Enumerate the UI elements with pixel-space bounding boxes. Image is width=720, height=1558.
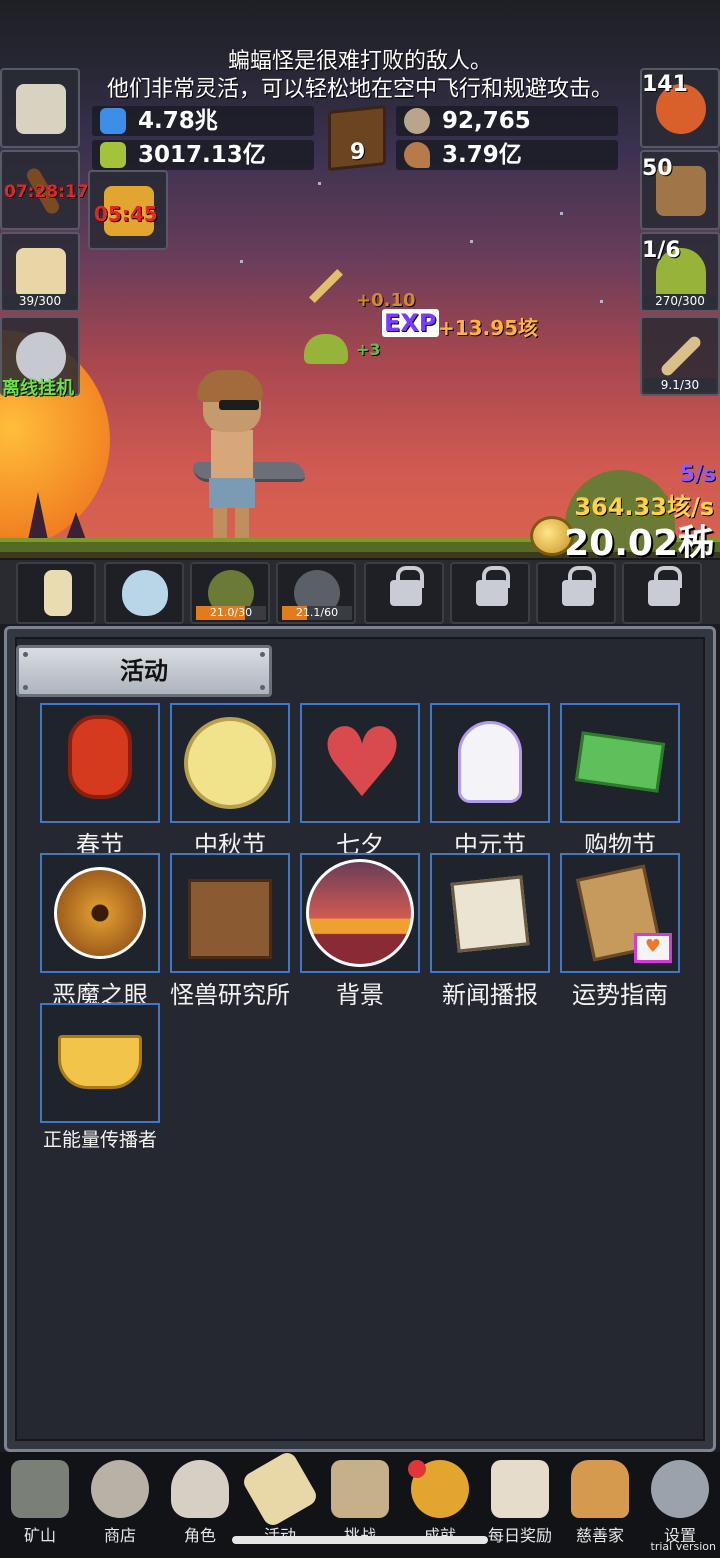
sword-button[interactable]: 9.1/30 bbox=[640, 316, 720, 396]
pet-slot-slime[interactable]: 21.0/30 bbox=[190, 562, 270, 624]
item-gain-text: +3 bbox=[356, 340, 381, 359]
cash-icon bbox=[574, 731, 666, 793]
candle-slot[interactable] bbox=[16, 562, 96, 624]
activity-mid-autumn[interactable]: 中秋节 bbox=[170, 703, 290, 860]
beer-button[interactable]: 39/300 bbox=[0, 232, 80, 312]
notification-dot bbox=[408, 1460, 426, 1478]
gold-gain-text: +0.10 bbox=[356, 290, 416, 311]
locked-slot-4[interactable] bbox=[622, 562, 702, 624]
green-potion-stat[interactable]: 3017.13亿 bbox=[92, 140, 314, 170]
meat-stat[interactable]: 3.79亿 bbox=[396, 140, 618, 170]
locked-slot-3[interactable] bbox=[536, 562, 616, 624]
scroll-icon bbox=[240, 1449, 320, 1529]
slime-drop-icon bbox=[304, 334, 348, 364]
newspaper-icon bbox=[450, 875, 530, 953]
exp-label: EXP bbox=[382, 309, 439, 337]
key-buff-button[interactable]: 05:45 bbox=[88, 170, 168, 250]
activity-monster-lab[interactable]: 怪兽研究所 bbox=[170, 853, 290, 1010]
monster-info-text: 蝙蝠怪是很难打败的敌人。 他们非常灵活，可以轻松地在空中飞行和规避攻击。 bbox=[0, 48, 720, 104]
activity-fortune-guide[interactable]: ♥ 运势指南 bbox=[560, 853, 680, 1010]
sword-bar: 9.1/30 bbox=[644, 378, 716, 392]
skull-icon bbox=[171, 1460, 229, 1518]
green-potion-icon bbox=[100, 142, 126, 168]
slime-button[interactable]: 1/6 270/300 bbox=[640, 232, 720, 312]
nav-mine[interactable]: 矿山 bbox=[0, 1460, 80, 1546]
activity-shopping-festival[interactable]: 购物节 bbox=[560, 703, 680, 860]
activity-background[interactable]: 背景 bbox=[300, 853, 420, 1010]
rate-small: 5/s bbox=[679, 462, 716, 487]
slime-bar: 270/300 bbox=[644, 294, 716, 308]
heart-bubble-icon: ♥ bbox=[634, 933, 672, 963]
torch-buff-button[interactable]: 07:28:17 bbox=[0, 150, 89, 230]
info-line-2: 他们非常灵活，可以轻松地在空中飞行和规避攻击。 bbox=[106, 77, 613, 102]
slime-count: 1/6 bbox=[642, 238, 681, 263]
ore-icon bbox=[91, 1460, 149, 1518]
chest-button[interactable]: 50 bbox=[640, 150, 720, 230]
trial-version-label: trial version bbox=[650, 1540, 716, 1553]
map-icon bbox=[331, 1460, 389, 1518]
crown-icon bbox=[58, 1035, 142, 1089]
lock-icon bbox=[390, 566, 424, 606]
sunset-icon bbox=[306, 859, 414, 967]
activity-news[interactable]: 新闻播报 bbox=[430, 853, 550, 1010]
beer-mug-icon bbox=[16, 248, 66, 298]
home-indicator[interactable] bbox=[232, 1536, 488, 1544]
lantern-icon bbox=[68, 715, 132, 799]
gear-icon bbox=[651, 1460, 709, 1518]
activity-positive-energy[interactable]: 正能量传播者 bbox=[40, 1003, 160, 1152]
lock-icon bbox=[562, 566, 596, 606]
hero-character bbox=[193, 370, 305, 540]
activity-spring-festival[interactable]: 春节 bbox=[40, 703, 160, 860]
nav-shop[interactable]: 商店 bbox=[80, 1460, 160, 1546]
activity-qixi[interactable]: ♥ 七夕 bbox=[300, 703, 420, 860]
nav-settings[interactable]: 设置 bbox=[640, 1460, 720, 1546]
blue-potion-icon bbox=[100, 108, 126, 134]
pet-progress-1: 21.0/30 bbox=[196, 606, 266, 620]
heart-icon: ♥ bbox=[318, 707, 406, 819]
sword-icon bbox=[659, 334, 703, 378]
candle-icon bbox=[44, 570, 72, 616]
nav-activities[interactable]: 活动 bbox=[240, 1449, 320, 1546]
nav-daily-reward[interactable]: 每日奖励 bbox=[480, 1460, 560, 1546]
silver-coin-icon bbox=[404, 108, 430, 134]
resource-panel: 4.78兆 3017.13亿 9 92,765 3.79亿 bbox=[92, 104, 622, 172]
egg-icon bbox=[122, 570, 168, 616]
moon-icon bbox=[184, 717, 276, 809]
blue-potion-stat[interactable]: 4.78兆 bbox=[92, 106, 314, 136]
nav-character[interactable]: 角色 bbox=[160, 1460, 240, 1546]
pet-progress-2: 21.1/60 bbox=[282, 606, 352, 620]
exp-gain-text: +13.95垓 bbox=[438, 316, 539, 340]
activity-demon-eye[interactable]: 恶魔之眼 bbox=[40, 853, 160, 1010]
key-timer: 05:45 bbox=[94, 202, 158, 226]
pet-bar: 21.0/30 21.1/60 bbox=[0, 558, 720, 624]
offline-idle-button[interactable]: 离线挂机 bbox=[0, 316, 80, 399]
lantern-icon bbox=[11, 1460, 69, 1518]
locked-slot-1[interactable] bbox=[364, 562, 444, 624]
bread-icon bbox=[571, 1460, 629, 1518]
demon-eye-icon bbox=[54, 867, 146, 959]
egg-slot[interactable] bbox=[104, 562, 184, 624]
offline-label: 离线挂机 bbox=[2, 378, 74, 399]
locked-slot-2[interactable] bbox=[450, 562, 530, 624]
lab-icon bbox=[188, 879, 272, 959]
lock-icon bbox=[476, 566, 510, 606]
lock-icon bbox=[648, 566, 682, 606]
torch-timer: 07:28:17 bbox=[4, 182, 89, 202]
nav-philanthropist[interactable]: 慈善家 bbox=[560, 1460, 640, 1546]
info-line-1: 蝙蝠怪是很难打败的敌人。 bbox=[227, 49, 492, 74]
nav-challenge[interactable]: 挑战 bbox=[320, 1460, 400, 1546]
beer-count: 39/300 bbox=[4, 294, 76, 308]
meat-icon bbox=[404, 142, 430, 168]
chest-count: 50 bbox=[642, 156, 673, 181]
ghost-icon bbox=[458, 721, 522, 803]
coin-stat[interactable]: 92,765 bbox=[396, 106, 618, 136]
pet-slot-ghost[interactable]: 21.1/60 bbox=[276, 562, 356, 624]
activity-zhongyuan[interactable]: 中元节 bbox=[430, 703, 550, 860]
tab-activities[interactable]: 活动 bbox=[16, 645, 272, 697]
book-count: 9 bbox=[350, 140, 366, 165]
envelope-icon bbox=[491, 1460, 549, 1518]
